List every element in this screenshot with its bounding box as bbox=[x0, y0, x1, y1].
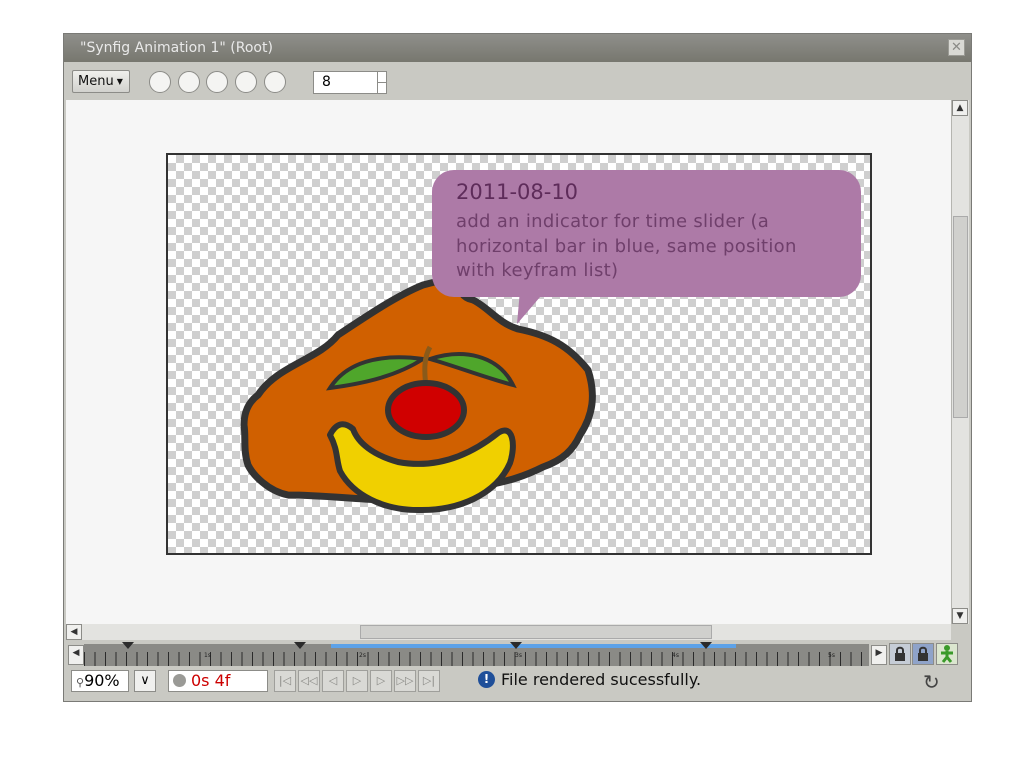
time-slider-bar: ◀ 1s 2s 3s 4s 5s ▶ bbox=[66, 640, 969, 668]
animation-mode-icon[interactable] bbox=[936, 643, 958, 665]
magnifier-icon: ⚲ bbox=[76, 676, 85, 689]
horizontal-scrollbar[interactable]: ◀ bbox=[66, 624, 951, 640]
next-keyframe-icon: ▷▷ bbox=[396, 674, 414, 687]
zoom-input[interactable]: ⚲90% bbox=[71, 670, 129, 692]
time-marker-2s: 2s bbox=[359, 652, 366, 659]
menu-label: Menu bbox=[78, 74, 114, 89]
current-time-input[interactable]: 0s 4f bbox=[168, 670, 268, 692]
ruler-ticks bbox=[84, 652, 869, 666]
time-scroll-left-icon[interactable]: ◀ bbox=[68, 645, 84, 665]
play-icon: ▷ bbox=[352, 674, 362, 687]
time-marker-5s: 5s bbox=[828, 652, 835, 659]
time-marker-1s: 1s bbox=[204, 652, 211, 659]
clock-icon bbox=[173, 674, 186, 687]
keyframe-marker[interactable] bbox=[294, 642, 306, 649]
time-indicator-bar bbox=[331, 644, 736, 648]
close-button[interactable]: ✕ bbox=[948, 39, 965, 56]
chevron-down-icon: ▼ bbox=[116, 77, 123, 86]
scroll-up-icon[interactable]: ▲ bbox=[952, 100, 968, 116]
toggle-button-2[interactable] bbox=[178, 71, 200, 93]
vertical-scrollbar[interactable]: ▲ ▼ bbox=[951, 100, 969, 624]
work-area[interactable]: 2011-08-10 add an indicator for time sli… bbox=[66, 100, 951, 624]
canvas-window: "Synfig Animation 1" (Root) ✕ Menu ▼ 8 2… bbox=[63, 33, 972, 702]
horizontal-scroll-thumb[interactable] bbox=[360, 625, 712, 639]
refresh-icon[interactable]: ↻ bbox=[923, 671, 940, 693]
next-keyframe-button[interactable]: ▷▷ bbox=[394, 670, 416, 692]
title-bar: "Synfig Animation 1" (Root) ✕ bbox=[64, 34, 971, 62]
keyframe-marker[interactable] bbox=[122, 642, 134, 649]
zoom-dropdown-button[interactable]: ∨ bbox=[134, 670, 156, 692]
keyframe-marker[interactable] bbox=[510, 642, 522, 649]
toolbar: Menu ▼ 8 bbox=[64, 62, 971, 100]
scroll-left-icon[interactable]: ◀ bbox=[66, 624, 82, 640]
scroll-down-icon[interactable]: ▼ bbox=[952, 608, 968, 624]
cherry-shape bbox=[385, 380, 467, 440]
seek-begin-button[interactable]: |◁ bbox=[274, 670, 296, 692]
note-text: add an indicator for time slider (a hori… bbox=[456, 211, 797, 281]
spin-input[interactable]: 8 bbox=[313, 71, 387, 94]
prev-frame-button[interactable]: ◁ bbox=[322, 670, 344, 692]
seek-begin-icon: |◁ bbox=[278, 674, 292, 687]
toggle-button-3[interactable] bbox=[206, 71, 228, 93]
toggle-button-4[interactable] bbox=[235, 71, 257, 93]
menu-button[interactable]: Menu ▼ bbox=[72, 70, 130, 93]
toggle-button-5[interactable] bbox=[264, 71, 286, 93]
seek-end-button[interactable]: ▷| bbox=[418, 670, 440, 692]
window-title: "Synfig Animation 1" (Root) bbox=[80, 40, 273, 56]
next-frame-icon: ▷ bbox=[376, 674, 386, 687]
time-scroll-right-icon[interactable]: ▶ bbox=[871, 645, 887, 665]
future-keyframe-lock-icon[interactable] bbox=[912, 643, 934, 665]
note-date: 2011-08-10 bbox=[456, 180, 579, 204]
seek-end-icon: ▷| bbox=[422, 674, 436, 687]
render-canvas[interactable]: 2011-08-10 add an indicator for time sli… bbox=[166, 153, 872, 555]
status-bar: ⚲90% ∨ 0s 4f |◁ ◁◁ ◁ ▷ ▷ ▷▷ ▷| ! File re… bbox=[66, 668, 969, 698]
keyframe-marker[interactable] bbox=[700, 642, 712, 649]
current-time-value: 0s 4f bbox=[191, 671, 231, 690]
toggle-button-1[interactable] bbox=[149, 71, 171, 93]
bubble-tail bbox=[517, 290, 546, 324]
spin-arrows-icon[interactable] bbox=[377, 72, 386, 93]
info-icon: ! bbox=[478, 671, 495, 688]
time-marker-4s: 4s bbox=[672, 652, 679, 659]
speech-bubble: 2011-08-10 add an indicator for time sli… bbox=[432, 170, 861, 324]
next-frame-button[interactable]: ▷ bbox=[370, 670, 392, 692]
chevron-down-icon: ∨ bbox=[140, 673, 150, 688]
play-button[interactable]: ▷ bbox=[346, 670, 368, 692]
close-icon: ✕ bbox=[951, 40, 962, 55]
time-ruler[interactable]: 1s 2s 3s 4s 5s bbox=[84, 642, 869, 666]
zoom-value: 90% bbox=[84, 671, 120, 690]
time-marker-3s: 3s bbox=[515, 652, 522, 659]
status-message: File rendered sucessfully. bbox=[501, 670, 702, 689]
prev-keyframe-button[interactable]: ◁◁ bbox=[298, 670, 320, 692]
past-keyframe-lock-icon[interactable] bbox=[889, 643, 911, 665]
prev-frame-icon: ◁ bbox=[328, 674, 338, 687]
vertical-scroll-thumb[interactable] bbox=[953, 216, 968, 418]
prev-keyframe-icon: ◁◁ bbox=[300, 674, 318, 687]
spin-value: 8 bbox=[322, 74, 331, 90]
